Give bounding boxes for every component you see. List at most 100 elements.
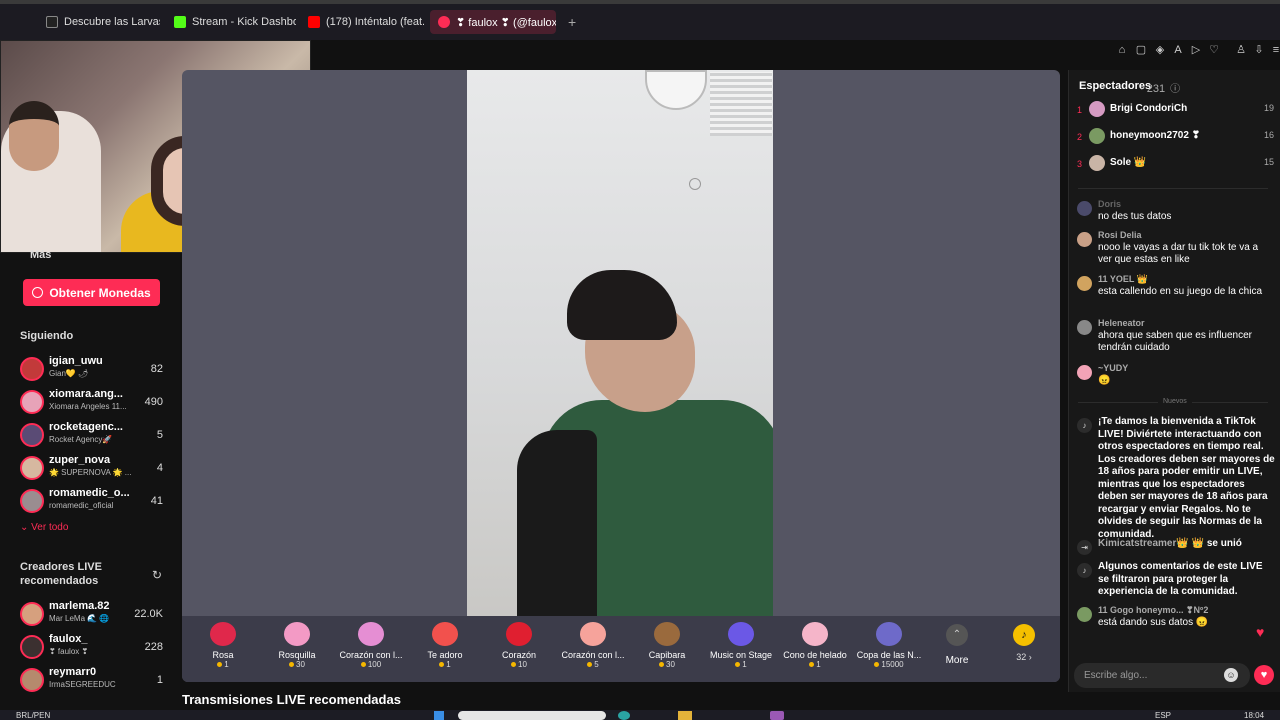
avatar xyxy=(1077,365,1092,380)
avatar xyxy=(1077,276,1092,291)
clock[interactable]: 18:04 xyxy=(1244,711,1264,720)
kick-icon xyxy=(174,16,186,28)
viewers-count: · 231 ⓘ xyxy=(1140,83,1181,95)
tiktok-icon: ♪ xyxy=(1077,418,1092,433)
music-star-icon xyxy=(728,622,754,646)
gift-corazon[interactable]: Corazón 10 xyxy=(482,620,556,678)
app-icon[interactable] xyxy=(770,711,784,720)
screenshot-icon[interactable]: ▢ xyxy=(1135,44,1147,56)
more-menu-label[interactable]: Más xyxy=(30,249,51,261)
chevron-down-icon: ⌄ xyxy=(20,522,32,533)
recommended-lives-title: Transmisiones LIVE recomendadas xyxy=(182,692,401,707)
streamer-left-head xyxy=(9,101,59,171)
account-icon[interactable]: ♙ xyxy=(1235,44,1247,56)
shield-icon[interactable]: ◈ xyxy=(1154,44,1166,56)
ceiling-lamp xyxy=(645,70,707,110)
gift-bar: Rosa 1 Rosquilla 30 Corazón con l... 100 Te… xyxy=(182,616,1060,682)
recommended-item[interactable]: marlema.82 Mar LeMa 🌊 🌐 22.0K xyxy=(20,600,168,630)
more-gifts-button[interactable]: ⌃ More xyxy=(937,624,977,674)
recommended-item[interactable]: faulox_ ❣ faulox ❣ 228 xyxy=(20,633,168,663)
download-icon[interactable]: ⇩ xyxy=(1253,44,1265,56)
gift-cono-helado[interactable]: Cono de helado 1 xyxy=(778,620,852,678)
avatar xyxy=(1077,320,1092,335)
play-icon[interactable]: ▷ xyxy=(1190,44,1202,56)
top-viewer-row[interactable]: 2 honeymoon2702 ❣ 16 xyxy=(1077,128,1277,150)
currency-widget[interactable]: BRL/PEN xyxy=(16,711,50,720)
following-item[interactable]: igian_uwu Gian💛 🌶 82 xyxy=(20,355,168,385)
ice-cream-icon xyxy=(802,622,828,646)
refresh-icon[interactable]: ↻ xyxy=(152,568,162,582)
rose-icon xyxy=(210,622,236,646)
avatar xyxy=(20,423,44,447)
tab-youtube[interactable]: (178) Inténtalo (feat. Amé xyxy=(300,10,424,34)
pin-icon[interactable]: ⌂ xyxy=(1116,44,1128,56)
avatar xyxy=(20,602,44,626)
youtube-icon xyxy=(308,16,320,28)
avatar xyxy=(1077,201,1092,216)
live-video[interactable] xyxy=(467,70,773,616)
info-icon[interactable]: ⓘ xyxy=(1170,84,1180,95)
avatar xyxy=(20,635,44,659)
windows-start-icon[interactable] xyxy=(434,711,444,720)
following-item[interactable]: xiomara.ang... Xiomara Angeles 11... 490 xyxy=(20,388,168,418)
ceiling-vent xyxy=(710,72,772,136)
te-adoro-icon xyxy=(432,622,458,646)
translate-icon[interactable]: A xyxy=(1172,44,1184,56)
emoji-icon[interactable]: ☺ xyxy=(1224,668,1238,682)
language-indicator[interactable]: ESP xyxy=(1155,711,1171,720)
edge-icon[interactable] xyxy=(618,711,630,720)
taskbar-search-input[interactable] xyxy=(458,711,606,720)
ceiling-sensor xyxy=(689,178,701,190)
avatar xyxy=(1077,607,1092,622)
see-all-link[interactable]: ⌄ Ver todo xyxy=(20,522,68,533)
chat-message[interactable]: Rosi Delia nooo le vayas a dar tu tik to… xyxy=(1077,230,1275,266)
tab-larvas[interactable]: Descubre las Larvas Ene xyxy=(38,10,160,34)
chat-message[interactable]: Heleneator ahora que saben que es influe… xyxy=(1077,318,1275,354)
chat-message[interactable]: 11 YOEL 👑 esta callendo en su juego de l… xyxy=(1077,274,1275,310)
tab-faulox[interactable]: ❣ faulox ❣ (@faulox xyxy=(430,10,556,34)
join-icon: ⇥ xyxy=(1077,540,1092,555)
avatar xyxy=(20,489,44,513)
gift-te-adoro[interactable]: Te adoro 1 xyxy=(408,620,482,678)
chat-message[interactable]: Doris no des tus datos xyxy=(1077,199,1275,225)
loading-icon xyxy=(438,16,450,28)
top-viewer-row[interactable]: 3 Sole 👑 15 xyxy=(1077,155,1277,177)
gift-music-on-stage[interactable]: Music on Stage 1 xyxy=(704,620,778,678)
avatar xyxy=(1089,155,1105,171)
recommended-item[interactable]: reymarr0 IrmaSEGREEDUC 1 xyxy=(20,666,168,696)
tiktok-coin-icon: ♪ xyxy=(1013,624,1035,646)
gift-copa[interactable]: Copa de las N... 15000 xyxy=(852,620,926,678)
system-welcome-message: ♪ ¡Te damos la bienvenida a TikTok LIVE!… xyxy=(1077,416,1275,540)
donut-icon xyxy=(284,622,310,646)
heart-icon xyxy=(506,622,532,646)
avatar xyxy=(20,456,44,480)
gift-capibara[interactable]: Capibara 30 xyxy=(630,620,704,678)
divider xyxy=(1078,402,1158,403)
chat-message[interactable]: 11 Gogo honeymo... ❣Nº2 está dando sus d… xyxy=(1077,605,1275,631)
live-player[interactable]: Rosa 1 Rosquilla 30 Corazón con l... 100 Te… xyxy=(182,70,1060,682)
following-item[interactable]: romamedic_o... romamedic_oficial 41 xyxy=(20,487,168,517)
taskbar xyxy=(0,710,1280,720)
menu-icon[interactable]: ≡ xyxy=(1270,44,1280,56)
following-item[interactable]: rocketagenc... Rocket Agency🚀 5 xyxy=(20,421,168,451)
following-item[interactable]: zuper_nova 🌟 SUPERNOVA 🌟 ... 4 xyxy=(20,454,168,484)
avatar xyxy=(20,390,44,414)
new-tab-button[interactable]: + xyxy=(560,10,580,34)
tab-kick-dashboard[interactable]: Stream - Kick Dashboard xyxy=(166,10,296,34)
following-title: Siguiendo xyxy=(20,330,74,342)
get-coins-button[interactable]: Obtener Monedas xyxy=(23,279,160,306)
gift-corazon-mano[interactable]: Corazón con l... 5 xyxy=(556,620,630,678)
person-hair xyxy=(567,270,677,340)
heart-icon[interactable]: ♡ xyxy=(1208,44,1220,56)
coin-balance-button[interactable]: ♪ 32 › xyxy=(1004,624,1044,674)
chat-message[interactable]: ~YUDY 😠 xyxy=(1077,363,1275,389)
divider xyxy=(1192,402,1268,403)
floating-heart-icon: ♥ xyxy=(1256,624,1265,640)
gift-corazon-lazo[interactable]: Corazón con l... 100 xyxy=(334,620,408,678)
top-viewer-row[interactable]: 1 Brigi CondoriCh 19 xyxy=(1077,101,1277,123)
gift-rosquilla[interactable]: Rosquilla 30 xyxy=(260,620,334,678)
like-button[interactable]: ♥ xyxy=(1254,665,1274,685)
folder-icon[interactable] xyxy=(678,711,692,720)
gift-rosa[interactable]: Rosa 1 xyxy=(186,620,260,678)
tiktok-icon: ♪ xyxy=(1077,563,1092,578)
